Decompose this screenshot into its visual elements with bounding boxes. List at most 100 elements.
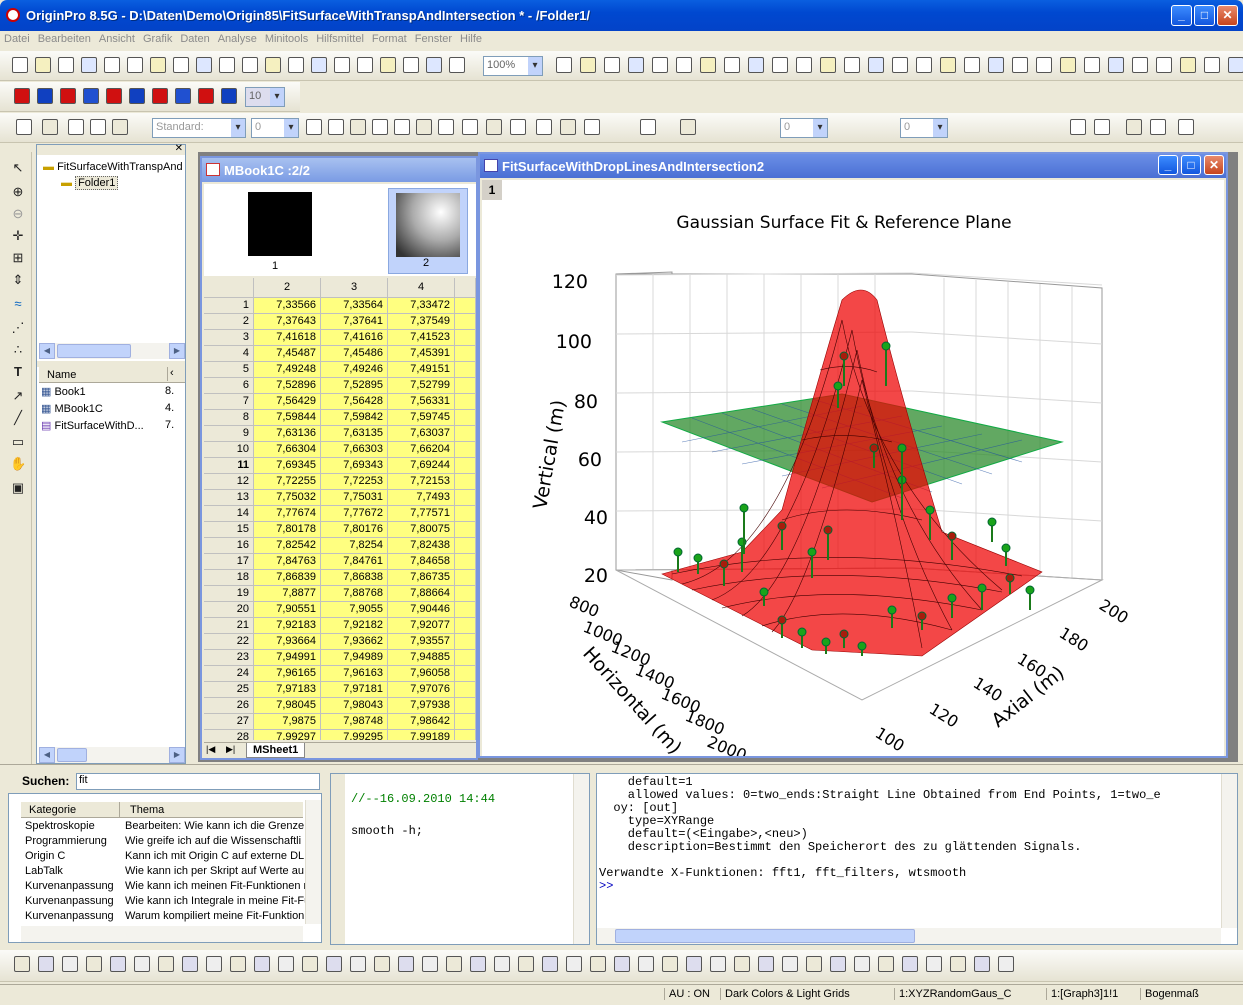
- matrix-cell[interactable]: 7,52896: [254, 378, 321, 394]
- matrix-cell[interactable]: 7,59844: [254, 410, 321, 426]
- toolbar-button-icon[interactable]: [772, 57, 788, 73]
- matrix-cell[interactable]: 7,75031: [321, 490, 388, 506]
- layer-select[interactable]: 10: [245, 87, 285, 107]
- script-output-window[interactable]: default=1 allowed values: 0=two_ends:Str…: [596, 773, 1238, 945]
- matrix-cell[interactable]: 7,99189: [388, 730, 455, 740]
- command-window[interactable]: //--16.09.2010 14:44 smooth -h;: [330, 773, 590, 945]
- menu-hilfsmittel[interactable]: Hilfsmittel: [312, 31, 368, 45]
- hand-tool-icon[interactable]: ✋: [10, 456, 26, 472]
- toolbar-button-icon[interactable]: [868, 57, 884, 73]
- matrix-cell[interactable]: 7,41616: [321, 330, 388, 346]
- plot-type-button-icon[interactable]: [175, 88, 191, 104]
- graph-maximize-button[interactable]: □: [1181, 155, 1201, 175]
- text-tool-icon[interactable]: T: [10, 364, 26, 380]
- toolbar-button-icon[interactable]: [334, 57, 350, 73]
- matrix-cell[interactable]: 7,80178: [254, 522, 321, 538]
- column-header[interactable]: 4: [388, 278, 455, 298]
- matrix-cell[interactable]: 7,75032: [254, 490, 321, 506]
- toolbar-button-icon[interactable]: [449, 57, 465, 73]
- graph-tool-button-icon[interactable]: [254, 956, 270, 972]
- graph-tool-button-icon[interactable]: [422, 956, 438, 972]
- format-button-icon[interactable]: [306, 119, 322, 135]
- format-button-icon[interactable]: [1150, 119, 1166, 135]
- matrix-thumbnail-1[interactable]: [248, 192, 312, 256]
- format-button-icon[interactable]: [1070, 119, 1086, 135]
- matrix-cell-partial[interactable]: [455, 410, 476, 426]
- matrix-cell-partial[interactable]: [455, 346, 476, 362]
- format-button-icon[interactable]: [462, 119, 478, 135]
- row-header[interactable]: 21: [204, 618, 254, 634]
- search-result-row[interactable]: Origin C Kann ich mit Origin C auf extern…: [25, 850, 305, 865]
- region-tool-icon[interactable]: ▣: [10, 480, 26, 496]
- plot-type-button-icon[interactable]: [129, 88, 145, 104]
- matrix-cell[interactable]: 7,45487: [254, 346, 321, 362]
- matrix-cell[interactable]: 7,97076: [388, 682, 455, 698]
- tree-root[interactable]: ▬ FitSurfaceWithTranspAnd: [43, 161, 185, 173]
- toolbar-button-icon[interactable]: [58, 57, 74, 73]
- toolbar-button-icon[interactable]: [844, 57, 860, 73]
- scroll-left-icon[interactable]: ◀: [39, 747, 55, 763]
- list-hscroll[interactable]: ◀ ▶: [39, 747, 185, 763]
- format-button-icon[interactable]: [560, 119, 576, 135]
- col-theme-header[interactable]: Thema: [119, 802, 164, 817]
- matrix-cell[interactable]: 7,86735: [388, 570, 455, 586]
- graph-tool-button-icon[interactable]: [518, 956, 534, 972]
- matrix-cell[interactable]: 7,90446: [388, 602, 455, 618]
- pointer-tool-icon[interactable]: ↖: [10, 160, 26, 176]
- scroll-left-icon[interactable]: ◀: [39, 343, 55, 359]
- graph-tool-button-icon[interactable]: [614, 956, 630, 972]
- graph-tool-button-icon[interactable]: [38, 956, 54, 972]
- origin-app-icon[interactable]: [6, 8, 20, 22]
- toolbar-button-icon[interactable]: [35, 57, 51, 73]
- toolbar-button-icon[interactable]: [700, 57, 716, 73]
- format-button-icon[interactable]: [328, 119, 344, 135]
- menu-datei[interactable]: Datei: [0, 31, 34, 45]
- matrix-cell-partial[interactable]: [455, 442, 476, 458]
- graph-tool-button-icon[interactable]: [134, 956, 150, 972]
- format-button-icon[interactable]: [510, 119, 526, 135]
- draw-data-tool-icon[interactable]: ∴: [10, 342, 26, 358]
- graph-tool-button-icon[interactable]: [302, 956, 318, 972]
- zoom-out-tool-icon[interactable]: ⊖: [10, 206, 26, 222]
- output-vscroll[interactable]: [1221, 774, 1237, 928]
- toolbar-button-icon[interactable]: [748, 57, 764, 73]
- line-tool-icon[interactable]: ╱: [10, 410, 26, 426]
- rectangle-tool-icon[interactable]: ▭: [10, 434, 26, 450]
- matrix-cell[interactable]: 7,97181: [321, 682, 388, 698]
- format-button-icon[interactable]: [16, 119, 32, 135]
- matrix-cell[interactable]: 7,98043: [321, 698, 388, 714]
- scroll-thumb[interactable]: [615, 929, 915, 943]
- menu-bearbeiten[interactable]: Bearbeiten: [34, 31, 95, 45]
- graph-tool-button-icon[interactable]: [182, 956, 198, 972]
- plot-type-button-icon[interactable]: [198, 88, 214, 104]
- toolbar-button-icon[interactable]: [628, 57, 644, 73]
- list-item[interactable]: ▦ Book1 8.: [41, 385, 185, 402]
- graph-tool-button-icon[interactable]: [446, 956, 462, 972]
- matrix-thumbnail-2-selected[interactable]: 2: [388, 188, 468, 274]
- format-button-icon[interactable]: [1126, 119, 1142, 135]
- tab-msheet1[interactable]: MSheet1: [246, 743, 306, 758]
- toolbar-button-icon[interactable]: [1228, 57, 1243, 73]
- matrix-cell-partial[interactable]: [455, 330, 476, 346]
- format-button-icon[interactable]: [536, 119, 552, 135]
- graph-tool-button-icon[interactable]: [326, 956, 342, 972]
- matrix-cell[interactable]: 7,66303: [321, 442, 388, 458]
- tab-first-icon[interactable]: |◀: [206, 744, 215, 755]
- graph-tool-button-icon[interactable]: [734, 956, 750, 972]
- graph-tool-button-icon[interactable]: [374, 956, 390, 972]
- matrix-cell-partial[interactable]: [455, 394, 476, 410]
- matrix-cell-partial[interactable]: [455, 490, 476, 506]
- menu-format[interactable]: Format: [368, 31, 411, 45]
- row-header[interactable]: 9: [204, 426, 254, 442]
- matrix-cell[interactable]: 7,80075: [388, 522, 455, 538]
- row-header[interactable]: 20: [204, 602, 254, 618]
- matrix-cell[interactable]: 7,94989: [321, 650, 388, 666]
- zoom-in-tool-icon[interactable]: ⊕: [10, 184, 26, 200]
- toolbar-button-icon[interactable]: [1012, 57, 1028, 73]
- search-result-row[interactable]: Kurvenanpassung Warum kompiliert meine Fi…: [25, 910, 305, 924]
- row-header[interactable]: 3: [204, 330, 254, 346]
- graph-tool-button-icon[interactable]: [854, 956, 870, 972]
- toolbar-button-icon[interactable]: [311, 57, 327, 73]
- toolbar-button-icon[interactable]: [242, 57, 258, 73]
- toolbar-button-icon[interactable]: [219, 57, 235, 73]
